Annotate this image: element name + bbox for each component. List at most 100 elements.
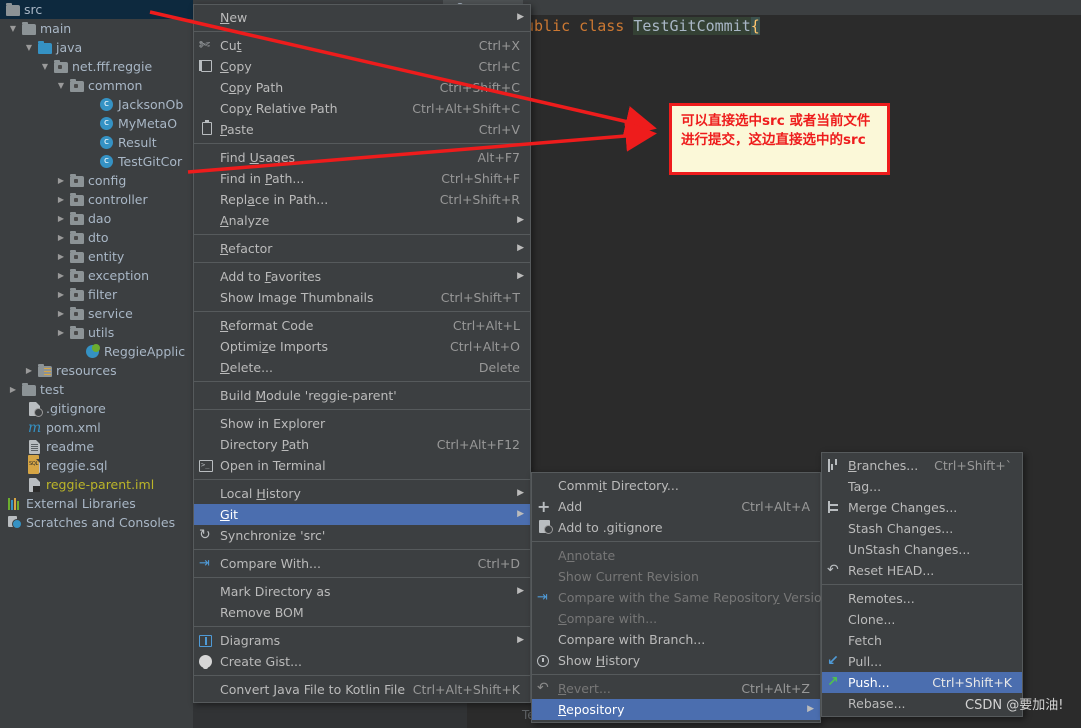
expand-right-icon[interactable]: ▶ xyxy=(54,285,68,304)
menu-item-find-usages[interactable]: Find Usages Alt+F7 xyxy=(194,147,530,168)
menu-item-synchronize-src[interactable]: ↻ Synchronize 'src' xyxy=(194,525,530,546)
tree-item-reggie-parent-iml[interactable]: reggie-parent.iml xyxy=(0,475,193,494)
menu-item-compare-with-branch[interactable]: Compare with Branch... xyxy=(532,629,820,650)
menu-item-revert[interactable]: ↶ Revert... Ctrl+Alt+Z xyxy=(532,678,820,699)
expand-right-icon[interactable]: ▶ xyxy=(6,380,20,399)
menu-item-compare-with[interactable]: ⇥ Compare With... Ctrl+D xyxy=(194,553,530,574)
tree-item-external-libraries[interactable]: External Libraries xyxy=(0,494,193,513)
menu-item-show-image-thumbnails[interactable]: Show Image Thumbnails Ctrl+Shift+T xyxy=(194,287,530,308)
tree-item-controller[interactable]: ▶ controller xyxy=(0,190,193,209)
menu-item-delete[interactable]: Delete... Delete xyxy=(194,357,530,378)
tree-item-scratches-and-consoles[interactable]: Scratches and Consoles xyxy=(0,513,193,532)
expand-right-icon[interactable]: ▶ xyxy=(54,228,68,247)
menu-item-new[interactable]: New ▶ xyxy=(194,7,530,28)
menu-item-copy[interactable]: Copy Ctrl+C xyxy=(194,56,530,77)
expand-right-icon[interactable]: ▶ xyxy=(54,304,68,323)
menu-item-open-in-terminal[interactable]: >_ Open in Terminal xyxy=(194,455,530,476)
menu-item-copy-path[interactable]: Copy Path Ctrl+Shift+C xyxy=(194,77,530,98)
tree-item-exception[interactable]: ▶ exception xyxy=(0,266,193,285)
menu-item-annotate[interactable]: Annotate xyxy=(532,545,820,566)
expand-down-icon[interactable]: ▼ xyxy=(38,57,52,76)
menu-item-copy-relative-path[interactable]: Copy Relative Path Ctrl+Alt+Shift+C xyxy=(194,98,530,119)
tree-item-service[interactable]: ▶ service xyxy=(0,304,193,323)
menu-item-pull[interactable]: ↙ Pull... xyxy=(822,651,1022,672)
menu-item-reformat-code[interactable]: Reformat Code Ctrl+Alt+L xyxy=(194,315,530,336)
menu-item-replace-in-path[interactable]: Replace in Path... Ctrl+Shift+R xyxy=(194,189,530,210)
menu-item-diagrams[interactable]: Diagrams ▶ xyxy=(194,630,530,651)
tree-item-pom-xml[interactable]: m pom.xml xyxy=(0,418,193,437)
expand-down-icon[interactable]: ▼ xyxy=(0,0,4,19)
tree-item-filter[interactable]: ▶ filter xyxy=(0,285,193,304)
tree-item-resources[interactable]: ▶ resources xyxy=(0,361,193,380)
tree-item-mymetao[interactable]: c MyMetaO xyxy=(0,114,193,133)
menu-item-tag[interactable]: Tag... xyxy=(822,476,1022,497)
git-submenu[interactable]: Commit Directory... + Add Ctrl+Alt+A Add to … xyxy=(531,472,830,723)
tree-item-reggieapplic[interactable]: ReggieApplic xyxy=(0,342,193,361)
file-context-menu[interactable]: New ▶ ✄ Cut Ctrl+X Copy Ctrl+C Copy Path Ctrl+Sh… xyxy=(193,4,531,703)
expand-down-icon[interactable]: ▼ xyxy=(6,19,20,38)
menu-item-git[interactable]: Git ▶ xyxy=(194,504,530,525)
expand-right-icon[interactable]: ▶ xyxy=(54,323,68,342)
menu-item-show-in-explorer[interactable]: Show in Explorer xyxy=(194,413,530,434)
tree-item-jacksonob[interactable]: c JacksonOb xyxy=(0,95,193,114)
tree-item-main[interactable]: ▼ main xyxy=(0,19,193,38)
tree-item-net-fff-reggie[interactable]: ▼ net.fff.reggie xyxy=(0,57,193,76)
menu-item-merge-changes[interactable]: Merge Changes... xyxy=(822,497,1022,518)
tree-item-testgitcor[interactable]: c TestGitCor xyxy=(0,152,193,171)
expand-right-icon[interactable]: ▶ xyxy=(54,266,68,285)
menu-item-add-to-favorites[interactable]: Add to Favorites ▶ xyxy=(194,266,530,287)
menu-item-refactor[interactable]: Refactor ▶ xyxy=(194,238,530,259)
tree-item-java[interactable]: ▼ java xyxy=(0,38,193,57)
expand-right-icon[interactable]: ▶ xyxy=(54,247,68,266)
menu-item-reset-head[interactable]: ↶ Reset HEAD... xyxy=(822,560,1022,581)
expand-right-icon[interactable]: ▶ xyxy=(54,190,68,209)
repository-submenu[interactable]: Branches... Ctrl+Shift+` Tag... Merge Chang… xyxy=(821,452,1023,717)
tree-item-config[interactable]: ▶ config xyxy=(0,171,193,190)
tree-item-dao[interactable]: ▶ dao xyxy=(0,209,193,228)
menu-item-add[interactable]: + Add Ctrl+Alt+A xyxy=(532,496,820,517)
expand-right-icon[interactable]: ▶ xyxy=(22,361,36,380)
menu-item-compare-with-the-same-repository-version[interactable]: ⇥ Compare with the Same Repository Versio… xyxy=(532,587,830,608)
project-tree[interactable]: ▼ src ▼ main ▼ java ▼ net.fff.reggie ▼ common c Jac… xyxy=(0,0,193,728)
menu-item-find-in-path[interactable]: Find in Path... Ctrl+Shift+F xyxy=(194,168,530,189)
tree-item-result[interactable]: c Result xyxy=(0,133,193,152)
menu-item-repository[interactable]: Repository ▶ xyxy=(532,699,820,720)
menu-item-optimize-imports[interactable]: Optimize Imports Ctrl+Alt+O xyxy=(194,336,530,357)
tree-item-test[interactable]: ▶ test xyxy=(0,380,193,399)
expand-right-icon[interactable]: ▶ xyxy=(54,209,68,228)
menu-item-branches[interactable]: Branches... Ctrl+Shift+` xyxy=(822,455,1022,476)
tree-item-entity[interactable]: ▶ entity xyxy=(0,247,193,266)
menu-item-shortcut: Ctrl+Alt+Shift+K xyxy=(412,682,520,697)
menu-item-analyze[interactable]: Analyze ▶ xyxy=(194,210,530,231)
menu-item-clone[interactable]: Clone... xyxy=(822,609,1022,630)
menu-item-mark-directory-as[interactable]: Mark Directory as ▶ xyxy=(194,581,530,602)
menu-item-directory-path[interactable]: Directory Path Ctrl+Alt+F12 xyxy=(194,434,530,455)
menu-item-commit-directory[interactable]: Commit Directory... xyxy=(532,475,820,496)
tree-item-dto[interactable]: ▶ dto xyxy=(0,228,193,247)
menu-item-show-current-revision[interactable]: Show Current Revision xyxy=(532,566,820,587)
menu-item-add-to-gitignore[interactable]: Add to .gitignore xyxy=(532,517,820,538)
menu-item-local-history[interactable]: Local History ▶ xyxy=(194,483,530,504)
menu-item-push[interactable]: ↗ Push... Ctrl+Shift+K xyxy=(822,672,1022,693)
menu-item-convert-java-file-to-kotlin-file[interactable]: Convert Java File to Kotlin File Ctrl+Alt… xyxy=(194,679,530,700)
menu-item-compare-with[interactable]: Compare with... xyxy=(532,608,820,629)
menu-item-stash-changes[interactable]: Stash Changes... xyxy=(822,518,1022,539)
menu-item-cut[interactable]: ✄ Cut Ctrl+X xyxy=(194,35,530,56)
menu-item-remove-bom[interactable]: Remove BOM xyxy=(194,602,530,623)
menu-item-build-module-reggie-parent[interactable]: Build Module 'reggie-parent' xyxy=(194,385,530,406)
tree-item-reggie-sql[interactable]: reggie.sql xyxy=(0,455,193,475)
menu-item-fetch[interactable]: Fetch xyxy=(822,630,1022,651)
menu-item-unstash-changes[interactable]: UnStash Changes... xyxy=(822,539,1022,560)
menu-item-create-gist[interactable]: Create Gist... xyxy=(194,651,530,672)
expand-right-icon[interactable]: ▶ xyxy=(54,171,68,190)
tree-item-readme[interactable]: readme xyxy=(0,437,193,456)
tree-item-src[interactable]: ▼ src xyxy=(0,0,193,19)
tree-item-utils[interactable]: ▶ utils xyxy=(0,323,193,342)
expand-down-icon[interactable]: ▼ xyxy=(22,38,36,57)
menu-item-paste[interactable]: Paste Ctrl+V xyxy=(194,119,530,140)
menu-item-show-history[interactable]: Show History xyxy=(532,650,820,671)
tree-item-gitignore[interactable]: .gitignore xyxy=(0,399,193,418)
tree-item-common[interactable]: ▼ common xyxy=(0,76,193,95)
menu-item-remotes[interactable]: Remotes... xyxy=(822,588,1022,609)
expand-down-icon[interactable]: ▼ xyxy=(54,76,68,95)
